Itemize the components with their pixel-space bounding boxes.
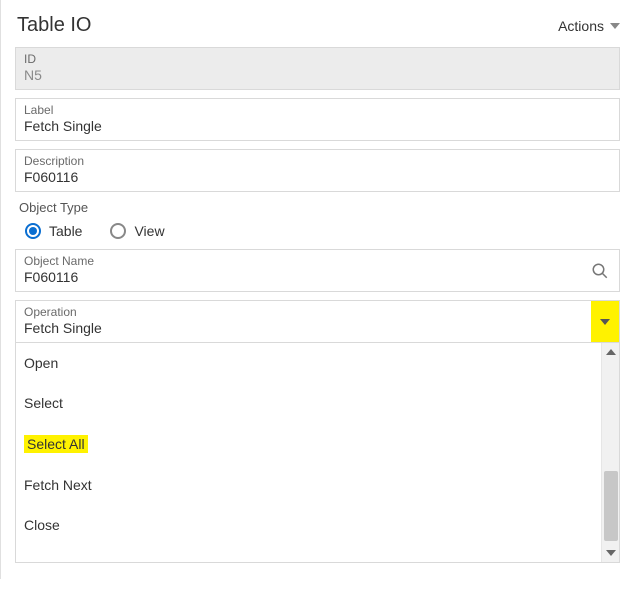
operation-dropdown-toggle[interactable] — [591, 301, 619, 342]
label-value: Fetch Single — [24, 118, 611, 134]
header-row: Table IO Actions — [15, 8, 620, 47]
scroll-thumb[interactable] — [604, 471, 618, 541]
id-field: ID N5 — [15, 47, 620, 90]
chevron-down-icon — [606, 550, 616, 556]
dropdown-item-close[interactable]: Close — [16, 505, 599, 545]
object-type-label: Object Type — [19, 200, 620, 215]
scrollbar[interactable] — [601, 343, 619, 562]
operation-label: Operation — [24, 305, 611, 319]
dropdown-item-fetch-next[interactable]: Fetch Next — [16, 465, 599, 505]
operation-value: Fetch Single — [24, 320, 611, 336]
caret-down-icon — [600, 319, 610, 325]
operation-field[interactable]: Operation Fetch Single — [15, 300, 620, 343]
chevron-up-icon — [606, 349, 616, 355]
label-field[interactable]: Label Fetch Single — [15, 98, 620, 141]
page-title: Table IO — [17, 14, 91, 37]
caret-down-icon — [610, 23, 620, 29]
radio-table-label: Table — [49, 223, 82, 239]
operation-dropdown-list: Open Select Select All Fetch Next Close — [15, 343, 620, 563]
description-value: F060116 — [24, 169, 611, 185]
object-name-field[interactable]: Object Name F060116 — [15, 249, 620, 292]
scroll-down-button[interactable] — [602, 544, 620, 562]
search-icon[interactable] — [591, 262, 609, 280]
dropdown-items-container: Open Select Select All Fetch Next Close — [16, 343, 599, 562]
label-label: Label — [24, 103, 611, 117]
id-value: N5 — [24, 67, 611, 83]
radio-view-label: View — [134, 223, 164, 239]
dropdown-item-select[interactable]: Select — [16, 383, 599, 423]
radio-selected-icon — [25, 223, 41, 239]
dropdown-item-select-all[interactable]: Select All — [16, 423, 599, 465]
dropdown-item-open[interactable]: Open — [16, 343, 599, 383]
radio-table[interactable]: Table — [25, 223, 82, 239]
id-label: ID — [24, 52, 611, 66]
object-name-label: Object Name — [24, 254, 611, 268]
description-label: Description — [24, 154, 611, 168]
actions-label: Actions — [558, 18, 604, 34]
scroll-up-button[interactable] — [602, 343, 620, 361]
object-name-value: F060116 — [24, 269, 611, 285]
radio-unselected-icon — [110, 223, 126, 239]
table-io-panel: Table IO Actions ID N5 Label Fetch Singl… — [0, 0, 634, 579]
radio-view[interactable]: View — [110, 223, 164, 239]
description-field[interactable]: Description F060116 — [15, 149, 620, 192]
actions-button[interactable]: Actions — [558, 18, 620, 34]
object-type-radio-group: Table View — [15, 221, 620, 249]
